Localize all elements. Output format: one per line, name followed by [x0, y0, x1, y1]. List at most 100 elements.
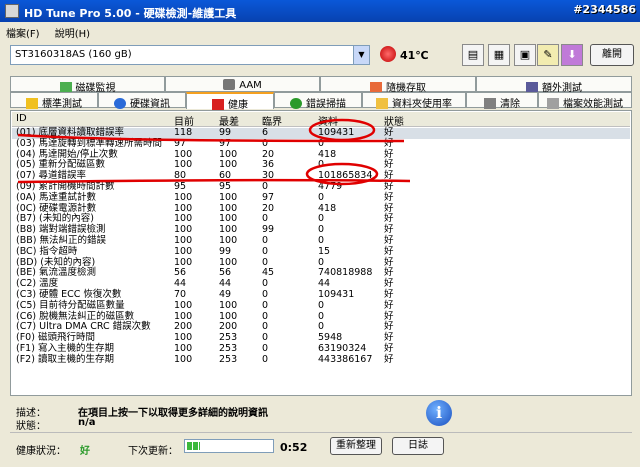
- tab-benchmark[interactable]: 標準測試: [10, 92, 98, 110]
- status-text: n/a: [78, 417, 96, 428]
- cell-threshold: 0: [262, 245, 269, 257]
- trash-icon: [484, 98, 496, 109]
- cell-status: 好: [384, 127, 394, 138]
- table-header: ID 目前 最差 臨界 資料 狀態: [12, 112, 630, 128]
- table-row[interactable]: (03) 馬達旋轉到標準轉速所需時間 97 97 0 0 好: [12, 137, 630, 150]
- drive-select[interactable]: ST3160318AS (160 gB) ▼: [10, 45, 370, 65]
- cell-threshold: 0: [262, 235, 269, 246]
- tab-health[interactable]: 健康: [186, 92, 274, 111]
- table-row[interactable]: (F2) 讀取主機的生存期 100 253 0 443386167 好: [12, 353, 630, 366]
- col-id[interactable]: ID: [16, 113, 27, 124]
- tab-folder-usage[interactable]: 資料夾使用率: [362, 92, 466, 110]
- col-worst[interactable]: 最差: [219, 113, 239, 128]
- status-label: 狀態：: [16, 421, 46, 432]
- cell-data: 0: [318, 299, 325, 311]
- col-data[interactable]: 資料: [318, 113, 338, 128]
- col-current[interactable]: 目前: [174, 113, 194, 128]
- cell-status: 好: [384, 235, 394, 246]
- cell-data: 4779: [318, 181, 343, 192]
- divider: [10, 432, 632, 433]
- cell-worst: 253: [219, 343, 238, 354]
- tab-random-access[interactable]: 隨機存取: [320, 76, 476, 94]
- tab-info[interactable]: 硬碟資訊: [98, 92, 186, 110]
- copy2-icon[interactable]: ▦: [488, 44, 510, 66]
- table-row[interactable]: (BC) 指令超時 100 99 0 15 好: [12, 245, 630, 258]
- next-update-label: 下次更新：: [128, 446, 178, 457]
- cell-worst: 99: [219, 245, 232, 257]
- tab-aam[interactable]: AAM: [165, 76, 320, 92]
- cell-data: 63190324: [318, 343, 367, 354]
- save-icon[interactable]: ▣: [514, 44, 536, 66]
- health-cross-icon: [212, 99, 224, 110]
- col-threshold[interactable]: 臨界: [262, 113, 282, 128]
- cell-current: 100: [174, 235, 193, 246]
- cell-data: 15: [318, 245, 331, 257]
- cell-status: 好: [384, 191, 394, 203]
- file-icon: [547, 98, 559, 109]
- cell-threshold: 0: [262, 181, 269, 192]
- cell-status: 好: [384, 353, 394, 365]
- table-row[interactable]: (01) 底層資料讀取錯誤率 118 99 6 109431 好: [12, 127, 630, 139]
- watermark: #2344586: [573, 3, 636, 16]
- copy-icon[interactable]: ▤: [462, 44, 484, 66]
- download-icon[interactable]: ⬇: [561, 44, 583, 66]
- cell-id: (01) 底層資料讀取錯誤率: [16, 127, 125, 138]
- info-icon[interactable]: i: [426, 400, 452, 426]
- tab-extra-tests[interactable]: 額外測試: [476, 76, 632, 94]
- cell-id: (BC) 指令超時: [16, 245, 78, 257]
- menu-file[interactable]: 檔案(F): [6, 29, 40, 40]
- table-row[interactable]: (C5) 目前待分配磁區數量 100 100 0 0 好: [12, 299, 630, 312]
- cell-data: 109431: [318, 289, 355, 300]
- progress-fill: [187, 442, 200, 450]
- table-row[interactable]: (09) 累計開機時間計數 95 95 0 4779 好: [12, 181, 630, 193]
- cell-threshold: 97: [262, 191, 275, 203]
- countdown: 0:52: [280, 441, 308, 454]
- exit-button[interactable]: 離開: [590, 44, 634, 66]
- chevron-down-icon[interactable]: ▼: [353, 46, 369, 64]
- update-progress-bar: [184, 439, 274, 453]
- hdtune-window: HD Tune Pro 5.00 - 硬碟檢測-維護工具 #2344586 檔案…: [0, 0, 640, 467]
- health-status: 好: [80, 446, 90, 457]
- tab-disk-monitor[interactable]: 磁碟監視: [10, 76, 165, 94]
- app-icon: [5, 4, 19, 18]
- tools-icon[interactable]: ✎: [537, 44, 559, 66]
- cell-current: 100: [174, 299, 193, 311]
- temperature-readout: 41℃: [400, 49, 429, 62]
- cell-threshold: 0: [262, 299, 269, 311]
- cell-data: 0: [318, 235, 325, 246]
- title-bar: HD Tune Pro 5.00 - 硬碟檢測-維護工具: [0, 0, 640, 22]
- cell-current: 118: [174, 127, 193, 138]
- cell-id: (0A) 馬達重試計數: [16, 191, 96, 203]
- col-status[interactable]: 狀態: [384, 113, 404, 128]
- table-row[interactable]: (0A) 馬達重試計數 100 100 97 0 好: [12, 191, 630, 204]
- cell-id: (09) 累計開機時間計數: [16, 181, 115, 192]
- menu-help[interactable]: 說明(H): [55, 29, 90, 40]
- info-small-icon: [114, 98, 126, 109]
- cell-status: 好: [384, 289, 394, 300]
- tab-file-benchmark[interactable]: 檔案效能測試: [538, 92, 632, 110]
- cell-worst: 253: [219, 353, 238, 365]
- cell-worst: 100: [219, 299, 238, 311]
- refresh-button[interactable]: 重新整理: [330, 437, 382, 455]
- tab-erase[interactable]: 清除: [466, 92, 538, 110]
- cell-id: (C5) 目前待分配磁區數量: [16, 299, 125, 311]
- cell-current: 100: [174, 353, 193, 365]
- cell-status: 好: [384, 181, 394, 192]
- cell-data: 0: [318, 137, 325, 149]
- cell-threshold: 0: [262, 289, 269, 300]
- cell-data: 0: [318, 191, 325, 203]
- cell-worst: 97: [219, 137, 232, 149]
- log-button[interactable]: 日誌: [392, 437, 444, 455]
- cell-threshold: 0: [262, 353, 269, 365]
- cell-status: 好: [384, 137, 394, 149]
- cell-id: (F1) 寫入主機的生存期: [16, 343, 114, 354]
- cell-threshold: 6: [262, 127, 269, 138]
- tab-error-scan[interactable]: 錯誤掃描: [274, 92, 362, 110]
- tab-row-top: 磁碟監視 AAM 隨機存取 額外測試: [10, 76, 632, 94]
- trophy-icon: [26, 98, 38, 109]
- speaker-icon: [223, 79, 236, 90]
- table-row[interactable]: (C3) 硬體 ECC 恢復次數 70 49 0 109431 好: [12, 289, 630, 301]
- table-row[interactable]: (F1) 寫入主機的生存期 100 253 0 63190324 好: [12, 343, 630, 355]
- cell-current: 100: [174, 343, 193, 354]
- table-row[interactable]: (BB) 無法糾正的錯誤 100 100 0 0 好: [12, 235, 630, 247]
